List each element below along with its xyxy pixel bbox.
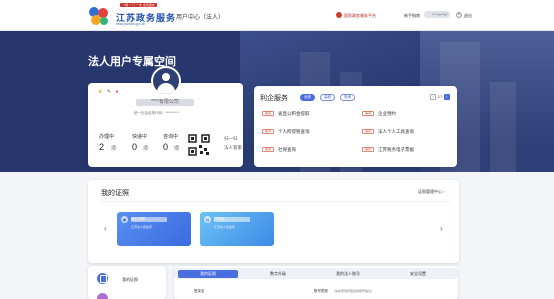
prev-page-button[interactable]: ‹ xyxy=(430,94,436,100)
certificate-menu-icon[interactable] xyxy=(97,273,108,284)
certificate-name: 营业执照 xyxy=(131,217,167,222)
qr-caption-2: 法人管家 xyxy=(224,145,242,150)
chip-frequent[interactable]: 高频 xyxy=(320,94,335,101)
menu-icon[interactable] xyxy=(97,293,108,299)
certificates-title: 我的证照 xyxy=(101,190,129,197)
power-icon[interactable] xyxy=(456,12,462,18)
next-page-button[interactable]: › xyxy=(443,94,450,100)
certificate-name: 许可证 xyxy=(214,217,250,222)
qr-code-icon[interactable] xyxy=(188,134,210,156)
user-account[interactable]: ****9**97 xyxy=(424,11,450,18)
service-item-legal-tools[interactable]: 法人个人工具查询 xyxy=(378,129,414,135)
service-item-provident-fund[interactable]: 省直公积金提取 xyxy=(278,111,310,117)
services-title: 利企服务 xyxy=(260,95,288,102)
divider xyxy=(101,201,450,202)
certificate-card-2[interactable]: ▤ 许可证 江苏省人民政府 xyxy=(200,212,274,246)
service-item-social-security[interactable]: 社保查询 xyxy=(278,147,296,153)
logo-tagline: 一网·一门·一次 全省通办 xyxy=(120,3,157,7)
cert-management-link[interactable]: 证照管理中心 › xyxy=(418,189,444,195)
stat-label-consulting: 咨询中 xyxy=(163,134,179,140)
tab-upgrade[interactable]: 数字升级 xyxy=(248,270,308,278)
certificate-issuer: 江苏省人民政府 xyxy=(131,225,153,229)
site-domain: www.jszwfw.gov.cn xyxy=(116,22,146,26)
service-item-e-invoice[interactable]: 江苏税务电子票据 xyxy=(378,147,414,153)
carousel-next-icon[interactable]: › xyxy=(440,224,443,233)
service-tag: 事项 xyxy=(362,147,375,152)
chip-all[interactable]: 全部 xyxy=(300,94,315,101)
badge-icon: ● xyxy=(115,89,119,95)
service-tag: 事项 xyxy=(262,129,275,134)
stat-unit-processing: 项 xyxy=(111,146,117,152)
certificate-card-1[interactable]: ▣ 营业执照 江苏省人民政府 xyxy=(117,212,191,246)
logout-link[interactable]: 退出 xyxy=(464,13,472,19)
certificate-icon: ▤ xyxy=(204,216,211,223)
crown-icon: ♛ xyxy=(98,89,103,95)
stat-unit-shipping: 项 xyxy=(143,146,149,152)
service-tag: 事项 xyxy=(262,147,275,152)
tab-security[interactable]: 安全设置 xyxy=(388,270,448,278)
stat-value-processing[interactable]: 2 xyxy=(99,142,104,152)
stat-value-shipping[interactable]: 0 xyxy=(132,142,137,152)
certificate-icon: ▣ xyxy=(121,216,128,223)
service-item-appointment[interactable]: 企业预约 xyxy=(378,111,396,117)
tab-legal-account[interactable]: 我的法人账号 xyxy=(318,270,378,278)
credit-code: 统一社会信用代码：********** xyxy=(134,111,180,115)
user-center-label: 用户中心（法人） xyxy=(176,15,225,21)
guide-link[interactable]: 新手指南 xyxy=(404,13,420,19)
jiangsu-logo-icon[interactable] xyxy=(88,6,110,26)
avatar[interactable] xyxy=(151,66,181,96)
service-tag: 事项 xyxy=(362,111,375,116)
stat-label-processing: 办理中 xyxy=(99,134,115,140)
qr-caption-1: 扫一扫 xyxy=(224,136,238,141)
chip-query[interactable]: 查询 xyxy=(340,94,355,101)
carousel-prev-icon[interactable]: ‹ xyxy=(104,224,107,233)
form-label-login: 登录名 xyxy=(194,289,205,293)
services-pager: ‹ 1/7 › xyxy=(430,94,450,100)
service-tag: 事项 xyxy=(362,129,375,134)
certificate-issuer: 江苏省人民政府 xyxy=(214,225,236,229)
stat-value-consulting[interactable]: 0 xyxy=(163,142,168,152)
service-item-income-tax[interactable]: 个人所得税查询 xyxy=(278,129,310,135)
page-indicator: 1/7 xyxy=(437,94,443,100)
tab-certificates[interactable]: 我的证照 xyxy=(178,270,238,278)
stat-unit-consulting: 项 xyxy=(174,146,180,152)
stat-label-shipping: 快递中 xyxy=(132,134,148,140)
profile-icons: ♛ ✎ ● xyxy=(98,89,122,95)
national-emblem-icon xyxy=(336,12,342,18)
form-label-account-type: 账号类型 xyxy=(314,289,328,293)
side-menu-label[interactable]: 我的证照 xyxy=(122,277,138,283)
form-note: (请先登录获取您的账号信息) xyxy=(334,289,372,293)
company-name: ****有限公司 xyxy=(136,99,194,106)
service-tag: 事项 xyxy=(262,111,275,116)
edit-icon[interactable]: ✎ xyxy=(107,89,111,95)
